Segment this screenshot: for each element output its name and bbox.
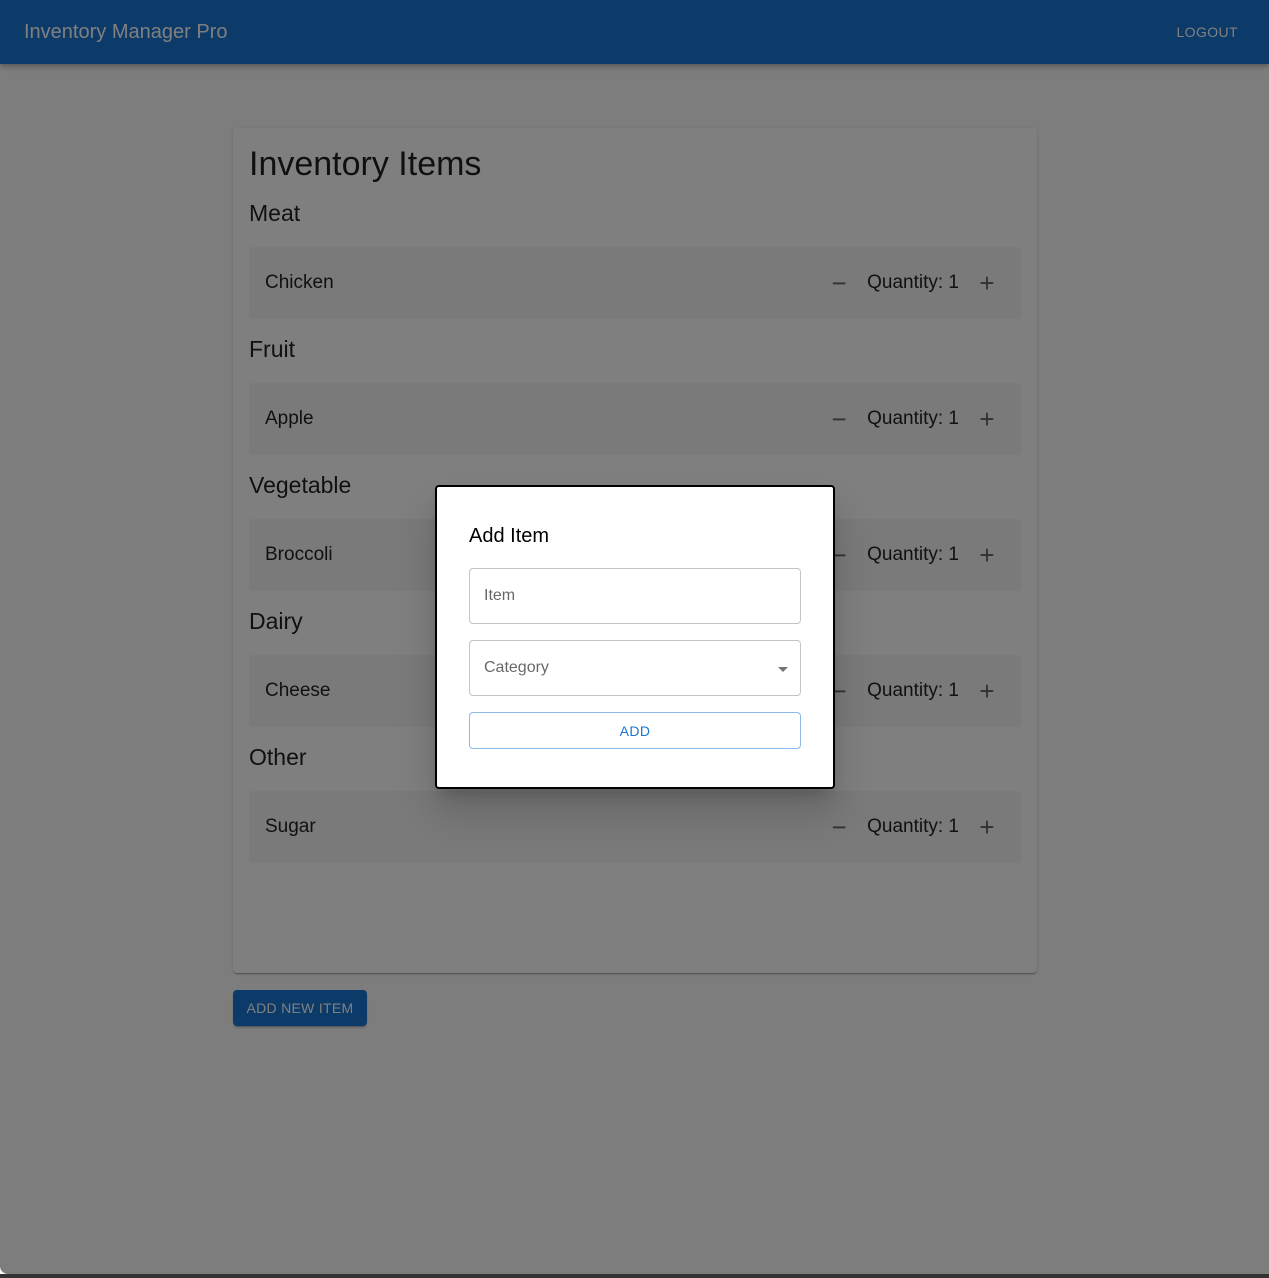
dialog-title: Add Item	[469, 525, 550, 547]
category-placeholder: Category	[484, 659, 549, 676]
category-select[interactable]: Category	[469, 640, 801, 696]
add-button[interactable]: ADD	[469, 712, 801, 749]
add-item-dialog: Add Item Category ADD	[435, 485, 835, 789]
window-bottom-edge	[0, 1274, 1269, 1278]
dropdown-arrow-icon	[778, 667, 788, 672]
item-input[interactable]	[484, 587, 786, 605]
item-field[interactable]	[469, 568, 801, 624]
